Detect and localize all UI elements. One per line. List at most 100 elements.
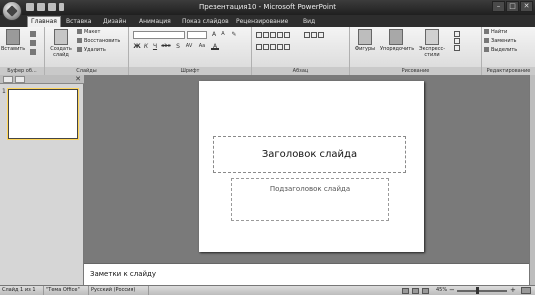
- minimize-button[interactable]: –: [492, 1, 505, 12]
- language-status[interactable]: Русский (Россия): [89, 286, 149, 295]
- zoom-slider[interactable]: [457, 290, 507, 292]
- smartart-icon[interactable]: [318, 32, 324, 38]
- clear-format-icon[interactable]: ✎: [230, 31, 238, 38]
- find-icon: [484, 29, 489, 34]
- replace-icon: [484, 38, 489, 43]
- shapes-button[interactable]: Фигуры: [352, 29, 378, 52]
- font-size-field[interactable]: [187, 31, 207, 39]
- align-left-icon[interactable]: [256, 44, 262, 50]
- italic-button[interactable]: К: [142, 43, 150, 50]
- editing-group: Найти Заменить Выделить Редактирование: [482, 27, 535, 75]
- layout-icon: [77, 29, 82, 34]
- find-label: Найти: [491, 29, 508, 35]
- close-panel-icon[interactable]: ✕: [75, 75, 81, 84]
- list-buttons: [256, 32, 290, 38]
- delete-slide-button[interactable]: Удалить: [77, 47, 106, 54]
- shape-format-buttons: [454, 31, 460, 51]
- slide-info: Слайд 1 из 1: [0, 286, 44, 295]
- tab-design[interactable]: Дизайн: [100, 17, 129, 27]
- underline-button[interactable]: Ч: [151, 43, 159, 50]
- cut-icon[interactable]: [30, 31, 36, 37]
- paste-button[interactable]: Вставить: [1, 29, 25, 52]
- paste-label: Вставить: [1, 46, 26, 52]
- shape-effects-icon[interactable]: [454, 45, 460, 51]
- tab-insert[interactable]: Вставка: [63, 17, 94, 27]
- shape-fill-icon[interactable]: [454, 31, 460, 37]
- slide-show-icon[interactable]: [422, 288, 429, 294]
- select-icon: [484, 47, 489, 52]
- tab-animation[interactable]: Анимация: [136, 17, 174, 27]
- notes-pane[interactable]: Заметки к слайду: [84, 263, 529, 285]
- shape-outline-icon[interactable]: [454, 38, 460, 44]
- subtitle-placeholder[interactable]: Подзаголовок слайда: [231, 178, 389, 221]
- quick-styles-icon: [425, 29, 439, 45]
- notes-scrollbar[interactable]: [529, 263, 535, 285]
- slide-sorter-icon[interactable]: [412, 288, 419, 294]
- theme-name: "Тема Office": [44, 286, 89, 295]
- slides-tab[interactable]: [3, 76, 13, 83]
- justify-icon[interactable]: [277, 44, 283, 50]
- strikethrough-button[interactable]: abe: [160, 43, 172, 50]
- slide-number: 1: [2, 88, 6, 95]
- tab-view[interactable]: Вид: [300, 17, 318, 27]
- office-button[interactable]: [2, 1, 22, 21]
- delete-icon: [77, 47, 82, 52]
- outline-tab[interactable]: [15, 76, 25, 83]
- quick-styles-button[interactable]: Экспресс-стили: [414, 29, 450, 58]
- window-controls: – □ ✕: [492, 1, 533, 12]
- shadow-button[interactable]: S: [174, 43, 182, 50]
- char-spacing-button[interactable]: AV: [184, 43, 194, 50]
- grow-font-button[interactable]: A: [210, 31, 218, 38]
- tab-home[interactable]: Главная: [27, 16, 61, 27]
- numbering-icon[interactable]: [263, 32, 269, 38]
- paste-icon: [6, 29, 20, 45]
- delete-label: Удалить: [84, 47, 106, 53]
- copy-icon[interactable]: [30, 40, 36, 46]
- reset-button[interactable]: Восстановить: [77, 38, 120, 45]
- new-slide-button[interactable]: Создать слайд: [49, 29, 73, 58]
- find-button[interactable]: Найти: [484, 29, 507, 36]
- align-center-icon[interactable]: [263, 44, 269, 50]
- normal-view-icon[interactable]: [402, 288, 409, 294]
- columns-icon[interactable]: [284, 44, 290, 50]
- align-text-icon[interactable]: [311, 32, 317, 38]
- title-placeholder[interactable]: Заголовок слайда: [213, 136, 406, 173]
- vertical-scrollbar[interactable]: [529, 75, 535, 263]
- layout-button[interactable]: Макет: [77, 29, 100, 36]
- office-logo-icon: [6, 5, 18, 17]
- shrink-font-button[interactable]: A: [219, 31, 227, 38]
- zoom-slider-thumb[interactable]: [476, 287, 479, 294]
- font-name-field[interactable]: [133, 31, 185, 39]
- font-label: Шрифт: [129, 67, 251, 75]
- align-right-icon[interactable]: [270, 44, 276, 50]
- drawing-group: Фигуры Упорядочить Экспресс-стили Рисова…: [350, 27, 482, 75]
- zoom-out-icon[interactable]: −: [449, 286, 455, 295]
- panel-tabs: ✕: [0, 75, 84, 84]
- replace-button[interactable]: Заменить: [484, 38, 517, 45]
- bold-button[interactable]: Ж: [133, 43, 141, 50]
- line-spacing-icon[interactable]: [284, 32, 290, 38]
- fit-to-window-icon[interactable]: [521, 287, 531, 294]
- zoom-in-icon[interactable]: +: [510, 286, 516, 295]
- close-button[interactable]: ✕: [520, 1, 533, 12]
- change-case-button[interactable]: Aa: [197, 43, 207, 50]
- increase-indent-icon[interactable]: [277, 32, 283, 38]
- text-direction-icon[interactable]: [304, 32, 310, 38]
- ribbon: Вставить Буфер об... Создать слайд Макет…: [0, 27, 535, 75]
- select-button[interactable]: Выделить: [484, 47, 517, 54]
- zoom-level[interactable]: 45%: [436, 286, 447, 295]
- bullets-icon[interactable]: [256, 32, 262, 38]
- arrange-button[interactable]: Упорядочить: [380, 29, 415, 52]
- maximize-button[interactable]: □: [506, 1, 519, 12]
- slide-thumbnail[interactable]: [8, 89, 78, 139]
- tab-review[interactable]: Рецензирование: [233, 17, 291, 27]
- window-title: Презентация10 - Microsoft PowerPoint: [198, 3, 337, 11]
- arrange-icon: [389, 29, 403, 45]
- font-color-button[interactable]: A: [211, 43, 219, 50]
- arrange-label: Упорядочить: [380, 46, 415, 52]
- format-painter-icon[interactable]: [30, 49, 36, 55]
- decrease-indent-icon[interactable]: [270, 32, 276, 38]
- ribbon-tabs: Главная Вставка Дизайн Анимация Показ сл…: [0, 15, 535, 27]
- align-buttons: [256, 44, 290, 50]
- tab-slide-show[interactable]: Показ слайдов: [179, 17, 232, 27]
